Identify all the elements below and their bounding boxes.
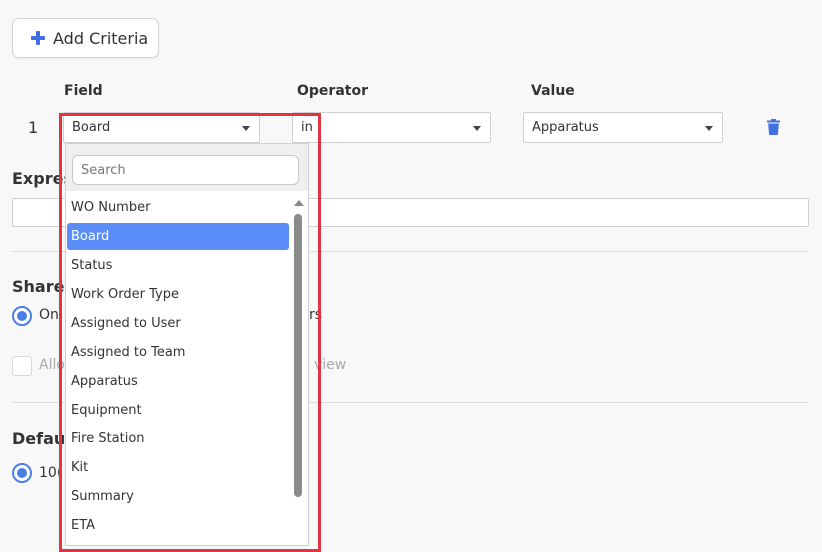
dropdown-search-input[interactable] — [72, 155, 299, 185]
scroll-up-arrow-icon[interactable] — [294, 200, 304, 206]
value-column-header: Value — [531, 83, 575, 99]
dropdown-search-area — [66, 144, 308, 191]
allow-label-tail: view — [314, 357, 347, 373]
add-criteria-label: Add Criteria — [53, 28, 149, 48]
allow-label: Allo — [39, 357, 65, 373]
dropdown-option-selected[interactable]: Board — [67, 223, 289, 250]
field-dropdown-list: WO Number Board Status Work Order Type A… — [65, 143, 309, 546]
dropdown-option[interactable]: WO Number — [67, 194, 289, 221]
chevron-down-icon — [242, 126, 250, 131]
value-select-value: Apparatus — [532, 120, 599, 135]
scrollbar-thumb[interactable] — [294, 214, 302, 497]
default-label: Defau — [12, 429, 66, 448]
dropdown-option[interactable]: Work Order Type — [67, 281, 289, 308]
operator-select-value: in — [301, 120, 313, 135]
dropdown-option[interactable]: Equipment — [67, 397, 289, 424]
chevron-down-icon — [705, 126, 713, 131]
allow-checkbox[interactable] — [12, 356, 32, 376]
share-option-label: On — [39, 307, 59, 323]
field-column-header: Field — [64, 83, 103, 99]
dropdown-option[interactable]: Assigned to User — [67, 310, 289, 337]
default-option-label: 10( — [39, 465, 63, 481]
dropdown-option[interactable]: Assigned to Team — [67, 339, 289, 366]
share-label: Share — [12, 277, 65, 296]
field-select[interactable]: Board — [63, 112, 260, 143]
dropdown-option[interactable]: Summary — [67, 483, 289, 510]
dropdown-scrollbar[interactable] — [293, 196, 304, 545]
expression-label: Expres — [12, 169, 73, 188]
value-select[interactable]: Apparatus — [523, 112, 723, 143]
dropdown-option[interactable]: ETA — [67, 512, 289, 539]
add-criteria-button[interactable]: Add Criteria — [12, 18, 159, 58]
field-select-value: Board — [72, 120, 111, 135]
dropdown-option[interactable]: Status — [67, 252, 289, 279]
plus-icon — [31, 31, 45, 45]
operator-column-header: Operator — [297, 83, 368, 99]
chevron-down-icon — [473, 126, 481, 131]
dropdown-option[interactable]: Kit — [67, 454, 289, 481]
share-option-tail: rs — [309, 307, 323, 323]
trash-icon[interactable] — [767, 119, 780, 135]
dropdown-option[interactable]: Fire Station — [67, 425, 289, 452]
operator-select[interactable]: in — [292, 112, 491, 143]
default-radio[interactable] — [12, 463, 32, 483]
criteria-row-index: 1 — [28, 118, 39, 137]
share-radio[interactable] — [12, 306, 32, 326]
dropdown-option[interactable]: Apparatus — [67, 368, 289, 395]
